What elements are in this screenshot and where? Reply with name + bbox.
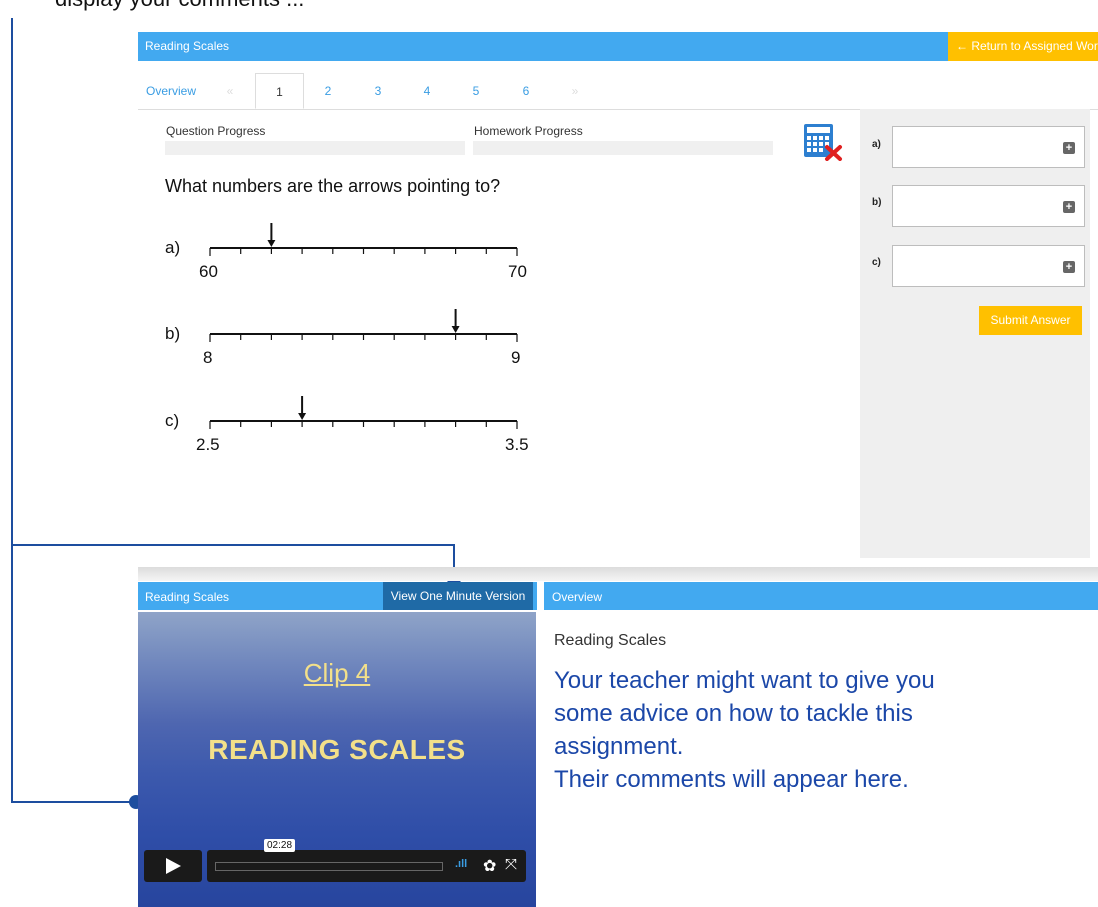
tab-2[interactable]: 2 [318,73,338,109]
line-b-start: 8 [203,348,213,367]
plus-icon[interactable]: + [1063,261,1075,273]
plus-icon[interactable]: + [1063,201,1075,213]
volume-icon[interactable]: .ıll [455,858,467,870]
homework-progress-label: Homework Progress [474,124,583,138]
video-time: 02:28 [264,839,296,852]
video-header: Reading Scales View One Minute Version [138,582,537,610]
comment-line: Your teacher might want to give you [554,667,935,694]
teacher-comments: Your teacher might want to give you some… [554,664,1024,796]
line-c-start: 2.5 [196,435,220,454]
answer-c-input[interactable]: + [892,245,1085,287]
section-divider [138,567,1098,581]
overview-header: Overview [544,582,1098,610]
submit-answer-button[interactable]: Submit Answer [979,306,1082,335]
callout-line-horizontal-bottom [11,801,136,803]
plus-icon[interactable]: + [1063,142,1075,154]
line-c-label: c) [165,411,180,430]
overview-header-title: Overview [552,590,603,604]
tab-5[interactable]: 5 [466,73,486,109]
comment-line: some advice on how to tackle this [554,700,913,727]
line-b-label: b) [165,324,181,343]
number-line-b [209,309,518,342]
question-tabs: Overview « 1 2 3 4 5 6 » [138,73,1098,110]
line-b-end: 9 [511,348,521,367]
answer-b-label: b) [872,197,882,208]
answer-c-label: c) [872,257,881,268]
callout-line-vertical [11,18,13,803]
clip-title: Clip 4 [303,658,371,688]
clip-subtitle: READING SCALES [208,734,466,765]
line-c-end: 3.5 [505,435,529,454]
gear-icon[interactable]: ✿ [483,856,496,876]
arrow-head [298,413,307,420]
play-icon [166,858,181,874]
fullscreen-icon[interactable]: ⤧ [505,856,517,873]
assignment-title: Reading Scales [145,39,230,53]
answer-b-input[interactable]: + [892,185,1085,227]
answer-a-label: a) [872,139,881,150]
overview-title: Reading Scales [554,632,667,649]
callout-text: display your comments ... [55,0,304,12]
arrow-head [451,326,460,333]
line-a-label: a) [165,238,181,257]
overview-body: Reading Scales Your teacher might want t… [544,612,1098,907]
calculator-disabled-icon[interactable] [803,123,843,161]
view-one-minute-version-button[interactable]: View One Minute Version [383,582,533,610]
tab-4[interactable]: 4 [417,73,437,109]
arrow-head [267,240,276,247]
question-text: What numbers are the arrows pointing to? [165,176,501,196]
tab-next[interactable]: » [565,73,585,109]
number-line-a [209,223,518,256]
video-scrubber[interactable] [215,862,443,871]
comment-line: assignment. [554,733,684,760]
control-bar: 02:28 .ıll ✿ ⤧ [207,839,526,882]
tab-prev[interactable]: « [220,73,240,109]
answer-a-input[interactable]: + [892,126,1085,168]
play-button[interactable] [144,850,202,882]
video-title: Reading Scales [145,590,230,604]
tab-6[interactable]: 6 [516,73,536,109]
question-progress-label: Question Progress [166,124,266,138]
line-a-start: 60 [199,262,218,281]
callout-line-horizontal-top [11,544,455,546]
question-progress-bar [165,141,465,155]
top-bar: Reading Scales ← Return to Assigned Work [138,32,1098,61]
number-line-c [209,396,518,429]
line-a-end: 70 [508,262,527,281]
video-player[interactable]: Clip 4 READING SCALES 02:28 .ıll ✿ ⤧ [138,612,536,907]
homework-progress-bar [473,141,773,155]
tab-3[interactable]: 3 [368,73,388,109]
comment-line: Their comments will appear here. [554,766,909,793]
answer-panel: a) + b) + c) + Submit Answer [860,109,1090,558]
video-controls: 02:28 .ıll ✿ ⤧ [144,839,526,884]
tab-1[interactable]: 1 [255,73,304,109]
return-to-assigned-work-button[interactable]: ← Return to Assigned Work [948,32,1098,61]
tab-overview[interactable]: Overview [142,73,200,109]
